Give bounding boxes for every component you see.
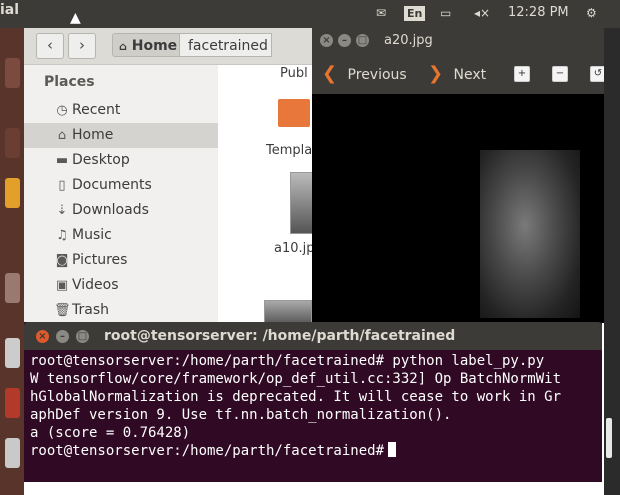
envelope-icon[interactable]: ✉ bbox=[376, 6, 386, 20]
terminal-line: hGlobalNormalization is deprecated. It w… bbox=[30, 389, 562, 405]
sidebar-item-documents[interactable]: ▯ Documents bbox=[24, 173, 218, 198]
breadcrumb-home[interactable]: ⌂ Home bbox=[112, 33, 180, 57]
clock[interactable]: 12:28 PM bbox=[508, 5, 569, 20]
sidebar-item-label: Downloads bbox=[72, 202, 149, 218]
file-label[interactable]: Publ bbox=[280, 66, 308, 81]
sidebar-item-pictures[interactable]: ◙ Pictures bbox=[24, 248, 218, 273]
download-icon: ⇣ bbox=[56, 203, 68, 218]
sidebar-item-label: Videos bbox=[72, 277, 119, 293]
clock-icon: ◷ bbox=[56, 103, 68, 118]
next-label: Next bbox=[453, 67, 487, 83]
sidebar-item-label: Home bbox=[72, 127, 114, 143]
maximize-icon[interactable]: □ bbox=[356, 34, 369, 47]
next-button[interactable]: ❯ Next bbox=[428, 63, 486, 84]
image-viewer-toolbar: ❮ Previous ❯ Next + − ↺ bbox=[312, 54, 606, 94]
sidebar-item-label: Pictures bbox=[72, 252, 128, 268]
breadcrumb-home-label: Home bbox=[131, 38, 178, 54]
file-label[interactable]: a10.jp bbox=[274, 241, 315, 256]
previous-label: Previous bbox=[347, 67, 407, 83]
launcher-app-icon[interactable] bbox=[5, 438, 20, 468]
battery-icon[interactable]: ▭ bbox=[440, 6, 451, 20]
top-panel: ial ▲ ✉ En ▭ ◂× 12:28 PM ⚙ bbox=[0, 0, 620, 28]
chevron-right-icon: ❯ bbox=[428, 63, 444, 84]
close-icon[interactable]: × bbox=[320, 34, 333, 47]
close-icon[interactable]: × bbox=[36, 330, 49, 343]
launcher-app-icon[interactable] bbox=[5, 128, 20, 158]
folder-icon: ▬ bbox=[55, 153, 69, 168]
volume-icon[interactable]: ◂× bbox=[474, 6, 490, 20]
image-viewer-window: × – □ a20.jpg ❮ Previous ❯ Next + − ↺ bbox=[312, 28, 606, 323]
terminal-prompt: root@tensorserver:/home/parth/facetraine… bbox=[30, 443, 385, 459]
file-label[interactable]: Templa bbox=[266, 143, 312, 158]
launcher-app-icon[interactable] bbox=[5, 178, 20, 208]
chevron-left-icon: ❮ bbox=[322, 63, 338, 84]
folder-icon[interactable] bbox=[278, 99, 310, 127]
sidebar-item-label: Trash bbox=[72, 302, 109, 318]
terminal-prompt-line[interactable]: root@tensorserver:/home/parth/facetraine… bbox=[30, 442, 600, 460]
sidebar-item-label: Desktop bbox=[72, 152, 130, 168]
file-manager-window: ‹ › ⌂ Home facetrained Places ◷ Recent ⌂… bbox=[24, 28, 324, 328]
sidebar-item-recent[interactable]: ◷ Recent bbox=[24, 98, 218, 123]
text-cursor bbox=[388, 442, 397, 457]
sidebar-item-label: Recent bbox=[72, 102, 121, 118]
sidebar-item-label: Documents bbox=[72, 177, 152, 193]
sidebar-item-home[interactable]: ⌂ Home bbox=[24, 123, 218, 148]
places-sidebar: Places ◷ Recent ⌂ Home ▬ Desktop ▯ Docum… bbox=[24, 65, 218, 328]
breadcrumb-facetrained-label: facetrained bbox=[188, 38, 268, 54]
breadcrumb-facetrained[interactable]: facetrained bbox=[180, 33, 272, 57]
zoom-out-button[interactable]: − bbox=[552, 66, 568, 82]
back-button[interactable]: ‹ bbox=[36, 33, 64, 59]
launcher-app-icon[interactable] bbox=[5, 388, 20, 418]
image-thumbnail[interactable] bbox=[290, 172, 314, 234]
gear-icon[interactable]: ⚙ bbox=[586, 6, 597, 20]
file-view: Publ Templa a10.jp bbox=[218, 65, 324, 328]
launcher-app-icon[interactable] bbox=[5, 58, 20, 88]
sidebar-item-trash[interactable]: 🗑 Trash bbox=[24, 298, 218, 323]
previous-button[interactable]: ❮ Previous bbox=[322, 63, 407, 84]
zoom-in-button[interactable]: + bbox=[514, 66, 530, 82]
desktop-edge bbox=[604, 28, 620, 495]
maximize-icon[interactable]: □ bbox=[76, 330, 89, 343]
places-heading: Places bbox=[44, 74, 95, 90]
window-title: root@tensorserver: /home/parth/facetrain… bbox=[104, 328, 456, 344]
camera-icon: ◙ bbox=[55, 253, 69, 268]
terminal-line: root@tensorserver:/home/parth/facetraine… bbox=[30, 353, 545, 369]
terminal-titlebar: × – □ root@tensorserver: /home/parth/fac… bbox=[24, 322, 602, 350]
image-viewer-titlebar: × – □ a20.jpg bbox=[312, 28, 604, 54]
launcher-app-icon[interactable] bbox=[5, 338, 20, 368]
terminal-output[interactable]: root@tensorserver:/home/parth/facetraine… bbox=[30, 352, 600, 460]
forward-button[interactable]: › bbox=[68, 33, 96, 59]
sidebar-item-label: Music bbox=[72, 227, 112, 243]
face-image bbox=[480, 150, 580, 318]
home-icon: ⌂ bbox=[57, 128, 67, 143]
video-icon: ▣ bbox=[55, 278, 69, 293]
terminal-window: × – □ root@tensorserver: /home/parth/fac… bbox=[24, 322, 602, 482]
app-title: ial bbox=[0, 2, 20, 18]
home-icon: ⌂ bbox=[119, 40, 127, 53]
chevron-right-icon: › bbox=[79, 36, 85, 54]
sidebar-item-desktop[interactable]: ▬ Desktop bbox=[24, 148, 218, 173]
scroll-indicator bbox=[606, 418, 612, 458]
launcher-app-icon[interactable] bbox=[5, 273, 20, 303]
terminal-line: aphDef version 9. Use tf.nn.batch_normal… bbox=[30, 407, 452, 423]
terminal-line: W tensorflow/core/framework/op_def_util.… bbox=[30, 371, 562, 387]
document-icon: ▯ bbox=[58, 178, 66, 193]
minimize-icon[interactable]: – bbox=[56, 330, 69, 343]
sidebar-item-music[interactable]: ♫ Music bbox=[24, 223, 218, 248]
launcher bbox=[0, 28, 24, 495]
window-title: a20.jpg bbox=[384, 33, 433, 48]
minimize-icon[interactable]: – bbox=[338, 34, 351, 47]
language-indicator[interactable]: En bbox=[404, 6, 426, 21]
sidebar-item-downloads[interactable]: ⇣ Downloads bbox=[24, 198, 218, 223]
chevron-left-icon: ‹ bbox=[47, 36, 53, 54]
music-icon: ♫ bbox=[56, 228, 68, 243]
sidebar-item-videos[interactable]: ▣ Videos bbox=[24, 273, 218, 298]
terminal-line: a (score = 0.76428) bbox=[30, 425, 191, 441]
file-manager-toolbar: ‹ › ⌂ Home facetrained bbox=[24, 28, 324, 65]
trash-icon: 🗑 bbox=[54, 303, 71, 318]
mouse-cursor-icon: ▲ bbox=[70, 10, 81, 26]
